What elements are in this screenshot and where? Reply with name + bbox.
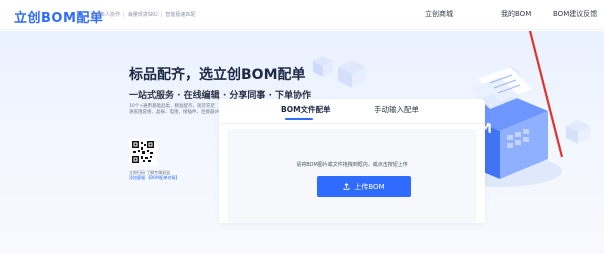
- active-tab-indicator: [285, 118, 313, 120]
- tab-manual-input[interactable]: 手动输入配单: [374, 104, 419, 115]
- floating-cube-icon: [566, 120, 590, 144]
- customer-service-link[interactable]: 添加客服 【BOM配单对接】: [129, 175, 180, 181]
- upload-hint: 请将BOM图片或文件拖拽到框内，或点击按钮上传: [296, 162, 408, 168]
- qr-code-icon: [129, 138, 157, 166]
- nav-link-my-bom[interactable]: 我的BOM: [501, 9, 531, 19]
- bom-upload-panel: BOM文件配单 手动输入配单 请将BOM图片或文件拖拽到框内，或点击按钮上传 上…: [219, 99, 485, 223]
- separator: |: [123, 12, 125, 18]
- nav-link-feedback[interactable]: BOM建议反馈: [553, 9, 597, 19]
- divider: [219, 123, 485, 124]
- floating-cube-icon: [313, 56, 333, 77]
- tab-bom-file[interactable]: BOM文件配单: [281, 104, 331, 115]
- feature-tag: 智能极速匹配: [165, 12, 196, 18]
- upload-bom-button[interactable]: 上传BOM: [317, 176, 411, 197]
- floating-cube-icon: [338, 60, 366, 88]
- top-navigation-bar: 立创BOM配单 支持多人协作 | 海量现货SKU | 智能极速匹配 立创商城 我的BOM…: [0, 0, 604, 30]
- hero-banner: BOM 标品配齐，选立创BOM配单 一站式服务 · 在线编辑 · 分享同事 · …: [0, 31, 604, 254]
- hero-title: 标品配齐，选立创BOM配单: [129, 67, 306, 83]
- separator: |: [160, 12, 163, 18]
- feature-tags: 支持多人协作 | 海量现货SKU | 智能极速匹配: [90, 11, 195, 18]
- file-drop-zone[interactable]: 请将BOM图片或文件拖拽到框内，或点击按钮上传 上传BOM: [227, 129, 477, 223]
- upload-icon: [343, 183, 350, 190]
- feature-tag: 支持多人协作: [90, 12, 121, 18]
- upload-button-label: 上传BOM: [354, 182, 385, 191]
- nav-link-quick-order[interactable]: 立创商城: [425, 9, 453, 19]
- feature-tag: 海量现货SKU: [127, 12, 158, 18]
